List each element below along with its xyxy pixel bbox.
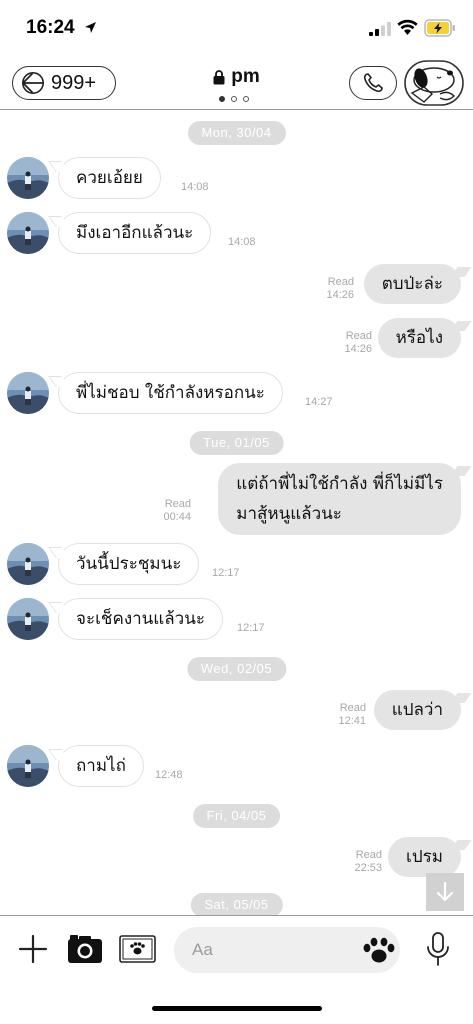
arrow-down-icon xyxy=(436,881,454,902)
read-receipt: Read xyxy=(345,330,372,342)
message-time: 00:44 xyxy=(163,511,191,523)
message-input-bar xyxy=(0,915,473,985)
status-bar: 16:24 xyxy=(0,0,473,56)
message-bubble[interactable]: หรือไง xyxy=(377,318,461,358)
avatar[interactable] xyxy=(7,598,49,640)
message-meta: Read 12:41 xyxy=(338,702,366,728)
message-meta: Read 00:44 xyxy=(163,498,191,524)
date-separator: Fri, 04/05 xyxy=(192,804,281,828)
unread-count: 999+ xyxy=(51,71,97,94)
page-dot xyxy=(231,96,237,102)
avatar[interactable] xyxy=(7,372,49,414)
message-meta: Read 14:26 xyxy=(326,276,354,302)
message-time: 14:27 xyxy=(305,396,333,408)
location-arrow-icon xyxy=(85,22,96,33)
avatar[interactable] xyxy=(7,157,49,199)
status-time: 16:24 xyxy=(26,17,75,38)
page-dot xyxy=(219,96,225,102)
date-separator: Wed, 02/05 xyxy=(186,657,287,681)
home-indicator[interactable] xyxy=(152,1006,322,1011)
chat-area[interactable]: Mon, 30/04 ควยเอ้ยย 14:08 มึงเอาอีกแล้วน… xyxy=(0,111,473,915)
phone-icon xyxy=(363,73,383,93)
message-time: 12:17 xyxy=(212,567,240,579)
read-receipt: Read xyxy=(339,702,366,714)
read-receipt: Read xyxy=(164,498,191,510)
call-button[interactable] xyxy=(349,66,397,100)
message-time: 14:26 xyxy=(326,289,354,301)
message-time: 12:48 xyxy=(155,769,183,781)
message-time: 12:17 xyxy=(237,622,265,634)
message-bubble[interactable]: แต่ถ้าพี่ไม่ใช้กำลัง พี่ก็ไม่มีไร มาสู้ห… xyxy=(218,463,461,535)
cellular-signal-icon xyxy=(369,22,391,36)
incoming-message: ควยเอ้ยย 14:08 xyxy=(0,157,473,203)
chat-title[interactable]: pm xyxy=(213,66,260,88)
back-button[interactable]: 999+ xyxy=(12,66,116,100)
message-time: 22:53 xyxy=(354,862,382,874)
incoming-message: ถามไถ่ 12:48 xyxy=(0,745,473,791)
page-indicator xyxy=(219,96,249,102)
message-time: 12:41 xyxy=(338,715,366,727)
snoopy-sticker-icon[interactable] xyxy=(404,60,464,106)
image-gallery-icon[interactable] xyxy=(119,935,156,963)
message-time: 14:08 xyxy=(181,181,209,193)
message-bubble[interactable]: แปลว่า xyxy=(373,690,461,730)
message-meta: Read 22:53 xyxy=(354,849,382,875)
incoming-message: มึงเอาอีกแล้วนะ 14:08 xyxy=(0,212,473,258)
avatar[interactable] xyxy=(7,745,49,787)
microphone-icon[interactable] xyxy=(426,932,450,966)
paw-sticker-icon[interactable] xyxy=(362,937,396,965)
lock-icon xyxy=(213,69,225,84)
message-bubble[interactable]: เปรม xyxy=(388,837,461,877)
message-bubble[interactable]: วันนี้ประชุมนะ xyxy=(58,543,200,585)
battery-charging-icon xyxy=(424,19,455,37)
scroll-to-bottom-button[interactable] xyxy=(426,873,464,911)
avatar[interactable] xyxy=(7,543,49,585)
camera-icon[interactable] xyxy=(67,933,103,965)
message-time: 14:08 xyxy=(228,236,256,248)
message-bubble[interactable]: มึงเอาอีกแล้วนะ xyxy=(58,212,212,254)
message-bubble[interactable]: ถามไถ่ xyxy=(58,745,144,787)
chat-title-text: pm xyxy=(231,66,260,87)
incoming-message: พี่ไม่ชอบ ใช้กำลังหรอกนะ 14:27 xyxy=(0,372,473,418)
message-bubble[interactable]: ตบป่ะล่ะ xyxy=(363,264,461,304)
date-separator: Sat, 05/05 xyxy=(190,893,283,915)
message-bubble[interactable]: ควยเอ้ยย xyxy=(58,157,161,199)
message-bubble[interactable]: พี่ไม่ชอบ ใช้กำลังหรอกนะ xyxy=(58,372,283,414)
message-time: 14:26 xyxy=(344,343,372,355)
plus-icon[interactable] xyxy=(18,934,48,964)
date-separator: Mon, 30/04 xyxy=(187,121,286,145)
back-arrow-icon xyxy=(22,72,44,94)
incoming-message: วันนี้ประชุมนะ 12:17 xyxy=(0,543,473,589)
read-receipt: Read xyxy=(327,276,354,288)
avatar[interactable] xyxy=(7,212,49,254)
read-receipt: Read xyxy=(355,849,382,861)
message-bubble[interactable]: จะเช็คงานแล้วนะ xyxy=(58,598,223,640)
wifi-icon xyxy=(397,19,418,35)
chat-header: 999+ pm xyxy=(0,56,473,110)
incoming-message: จะเช็คงานแล้วนะ 12:17 xyxy=(0,598,473,644)
message-meta: Read 14:26 xyxy=(344,330,372,356)
date-separator: Tue, 01/05 xyxy=(189,431,284,455)
page-dot xyxy=(243,96,249,102)
